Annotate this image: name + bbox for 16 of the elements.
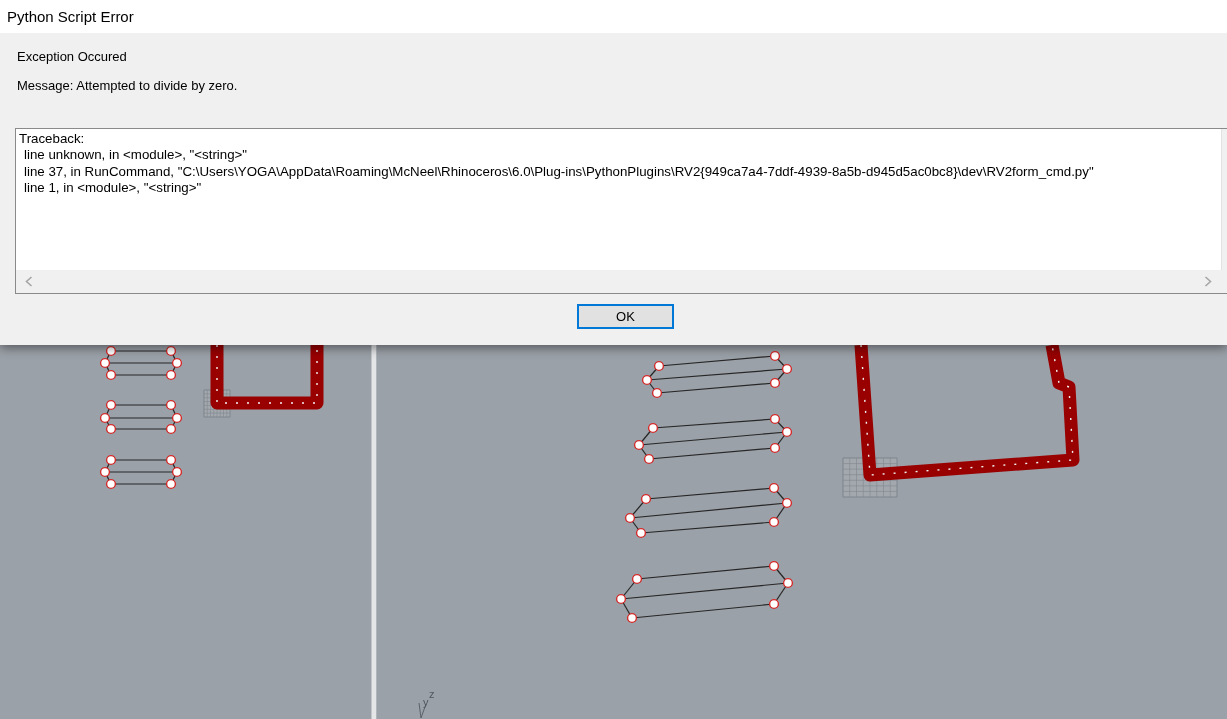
horizontal-scrollbar[interactable] — [16, 270, 1227, 293]
chevron-left-icon[interactable] — [25, 276, 33, 287]
axis-icon — [418, 702, 427, 719]
error-message: Message: Attempted to divide by zero. — [17, 78, 238, 94]
axis-label: z — [429, 688, 435, 700]
traceback-field[interactable] — [15, 128, 1227, 294]
ok-button[interactable]: OK — [577, 304, 674, 329]
traceback-heading: Traceback: — [19, 131, 85, 148]
window-title: Python Script Error — [7, 7, 134, 26]
vertical-scrollbar[interactable] — [1221, 129, 1227, 270]
chevron-right-icon[interactable] — [1204, 276, 1212, 287]
traceback-line: line 37, in RunCommand, "C:\Users\YOGA\AppData\Roaming\McNeel\Rhinoceros\6.0\Plug-ins\PythonPlugins\RV2{949ca7a4-7ddf-4939-8a5b-d945d5ac0bc8}\dev\RV2form_cmd.py" — [23, 163, 1094, 181]
traceback-line: line unknown, in <module>, "<string>" — [23, 147, 248, 164]
exception-heading: Exception Occured — [17, 49, 127, 65]
axis-label: y — [423, 696, 429, 708]
traceback-line: line 1, in <module>, "<string>" — [23, 180, 202, 197]
